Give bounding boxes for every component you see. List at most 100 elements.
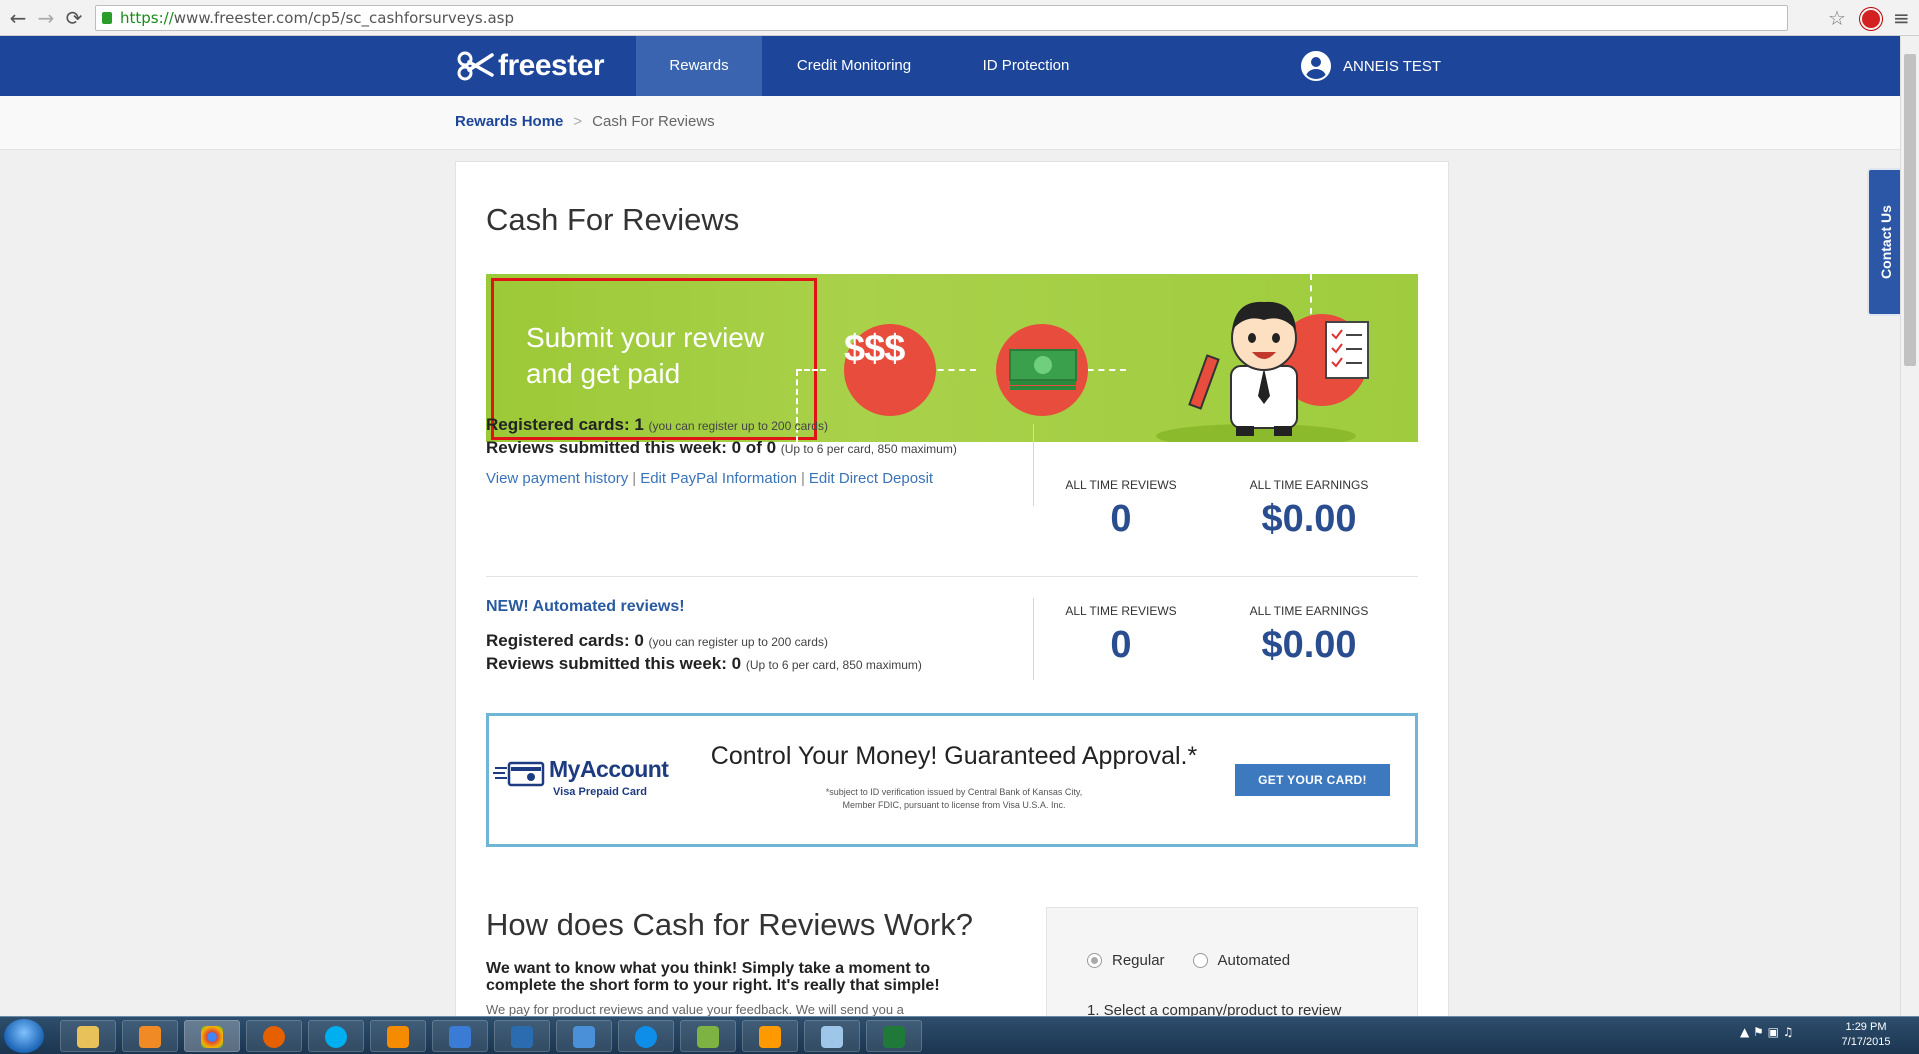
taskbar-clock[interactable]: 1:29 PM 7/17/2015	[1826, 1020, 1906, 1050]
browser-menu-icon[interactable]: ≡	[1893, 8, 1910, 28]
ad-headline: Control Your Money! Guaranteed Approval.…	[710, 742, 1198, 770]
breadcrumb-current: Cash For Reviews	[592, 113, 715, 130]
section-divider	[486, 576, 1418, 577]
auto-registered-cards-label: Registered cards: 0	[486, 631, 644, 650]
nav-id-protection[interactable]: ID Protection	[966, 36, 1086, 96]
auto-all-time-reviews-label: ALL TIME REVIEWS	[1065, 604, 1177, 618]
money-stack-icon	[1009, 349, 1077, 390]
myaccount-subtitle: Visa Prepaid Card	[553, 786, 647, 798]
site-header: freester Rewards Credit Monitoring ID Pr…	[0, 36, 1900, 96]
auto-registered-cards-line: Registered cards: 0 (you can register up…	[486, 630, 922, 653]
scissors-logo-icon	[457, 51, 494, 81]
start-button[interactable]	[4, 1019, 44, 1053]
user-menu[interactable]: ANNEIS TEST	[1301, 50, 1441, 82]
ad-fine-print: *subject to ID verification issued by Ce…	[825, 787, 1083, 810]
banner-line-1: Submit your review	[526, 322, 765, 353]
dashed-line	[796, 369, 826, 371]
all-time-earnings-label: ALL TIME EARNINGS	[1249, 478, 1369, 492]
manual-stats: Registered cards: 1 (you can register up…	[486, 414, 957, 487]
banner-headline: Submit your review and get paid	[526, 320, 764, 392]
auto-all-time-earnings-label: ALL TIME EARNINGS	[1249, 604, 1369, 618]
taskbar-plane-icon[interactable]	[680, 1020, 736, 1052]
reviews-submitted-label: Reviews submitted this week: 0 of 0	[486, 438, 777, 457]
taskbar-building-icon[interactable]	[556, 1020, 612, 1052]
back-icon[interactable]: ←	[6, 6, 30, 30]
auto-registered-cards-note: (you can register up to 200 cards)	[648, 635, 828, 649]
taskbar-firefox-icon[interactable]	[246, 1020, 302, 1052]
auto-all-time-earnings-value: $0.00	[1261, 624, 1357, 666]
user-name: ANNEIS TEST	[1343, 57, 1442, 75]
myaccount-logo: MyAccount Visa Prepaid Card	[493, 756, 673, 806]
taskbar-media-player-icon[interactable]	[122, 1020, 178, 1052]
link-separator: |	[800, 470, 805, 487]
radio-automated-label: Automated	[1217, 952, 1291, 969]
nav-credit-monitoring[interactable]: Credit Monitoring	[780, 36, 928, 96]
url-path: www.freester.com/cp5/sc_cashforsurveys.a…	[173, 9, 515, 27]
clock-date: 7/17/2015	[1841, 1036, 1891, 1048]
automated-stats: NEW! Automated reviews! Registered cards…	[486, 598, 922, 676]
reviews-submitted-note: (Up to 6 per card, 850 maximum)	[780, 442, 957, 456]
logo-wordmark: freester	[498, 49, 605, 82]
taskbar-excel-icon[interactable]	[866, 1020, 922, 1052]
automated-reviews-heading[interactable]: NEW! Automated reviews!	[486, 598, 922, 616]
reload-icon[interactable]: ⟳	[62, 6, 86, 30]
auto-all-time-earnings: ALL TIME EARNINGS $0.00	[1234, 604, 1384, 667]
lock-icon	[102, 12, 112, 24]
edit-direct-deposit-link[interactable]: Edit Direct Deposit	[809, 470, 933, 487]
auto-reviews-submitted-label: Reviews submitted this week: 0	[486, 654, 742, 673]
all-time-reviews-value: 0	[1110, 498, 1132, 540]
bookmark-star-icon[interactable]: ☆	[1828, 6, 1846, 30]
auto-all-time-reviews: ALL TIME REVIEWS 0	[1046, 604, 1196, 667]
prepaid-card-ad: MyAccount Visa Prepaid Card Control Your…	[486, 713, 1418, 847]
extension-icon[interactable]	[1860, 8, 1882, 30]
system-tray-icons[interactable]: ▲ ⚑ ▣ ♫	[1740, 1025, 1794, 1039]
breadcrumb: Rewards Home > Cash For Reviews	[455, 113, 715, 130]
all-time-earnings-value: $0.00	[1261, 498, 1357, 540]
how-it-works-intro: We want to know what you think! Simply t…	[486, 960, 940, 994]
taskbar-teamviewer-icon[interactable]	[618, 1020, 674, 1052]
taskbar-vlc-icon[interactable]	[370, 1020, 426, 1052]
forward-icon[interactable]: →	[34, 6, 58, 30]
banner-line-2: and get paid	[526, 358, 681, 389]
how-it-works-title: How does Cash for Reviews Work?	[486, 907, 973, 942]
radio-regular[interactable]	[1087, 953, 1102, 968]
freester-logo[interactable]: freester	[456, 48, 605, 84]
registered-cards-line: Registered cards: 1 (you can register up…	[486, 414, 957, 437]
businessman-illustration-icon	[1156, 301, 1369, 442]
browser-toolbar: ← → ⟳ https://www.freester.com/cp5/sc_ca…	[0, 0, 1919, 36]
reviews-submitted-line: Reviews submitted this week: 0 of 0 (Up …	[486, 437, 957, 460]
myaccount-brand: MyAccount	[549, 756, 669, 782]
taskbar-chrome-icon[interactable]	[184, 1020, 240, 1052]
auto-reviews-submitted-note: (Up to 6 per card, 850 maximum)	[745, 658, 922, 672]
edit-paypal-link[interactable]: Edit PayPal Information	[640, 470, 797, 487]
registered-cards-note: (you can register up to 200 cards)	[648, 419, 828, 433]
stats-divider	[1033, 598, 1034, 680]
breadcrumb-rewards-home[interactable]: Rewards Home	[455, 113, 563, 130]
scrollbar-thumb[interactable]	[1904, 54, 1916, 366]
address-bar[interactable]: https://www.freester.com/cp5/sc_cashfors…	[95, 5, 1788, 31]
taskbar-amazon-icon[interactable]	[742, 1020, 798, 1052]
all-time-reviews: ALL TIME REVIEWS 0	[1046, 478, 1196, 541]
get-your-card-button[interactable]: GET YOUR CARD!	[1235, 764, 1390, 796]
taskbar-security-icon[interactable]	[494, 1020, 550, 1052]
radio-automated[interactable]	[1192, 953, 1208, 968]
main-card: Cash For Reviews Submit your review and …	[455, 161, 1449, 1047]
card-icon	[493, 761, 545, 787]
auto-reviews-submitted-line: Reviews submitted this week: 0 (Up to 6 …	[486, 653, 922, 676]
page-scrollbar[interactable]	[1900, 36, 1919, 1016]
stats-divider	[1033, 424, 1034, 506]
taskbar-skype-icon[interactable]	[308, 1020, 364, 1052]
contact-us-tab[interactable]: Contact Us	[1867, 168, 1903, 316]
all-time-reviews-label: ALL TIME REVIEWS	[1065, 478, 1177, 492]
nav-rewards[interactable]: Rewards	[636, 36, 762, 96]
windows-taskbar: ▲ ⚑ ▣ ♫ 1:29 PM 7/17/2015	[0, 1016, 1919, 1054]
taskbar-network-icon[interactable]	[432, 1020, 488, 1052]
view-payment-history-link[interactable]: View payment history	[486, 470, 628, 487]
how-it-works-body: We pay for product reviews and value you…	[486, 1002, 904, 1017]
taskbar-explorer-icon[interactable]	[60, 1020, 116, 1052]
taskbar-notes-icon[interactable]	[804, 1020, 860, 1052]
page-title: Cash For Reviews	[486, 202, 740, 237]
auto-all-time-reviews-value: 0	[1110, 624, 1132, 666]
all-time-earnings: ALL TIME EARNINGS $0.00	[1234, 478, 1384, 541]
link-separator: |	[632, 470, 637, 487]
